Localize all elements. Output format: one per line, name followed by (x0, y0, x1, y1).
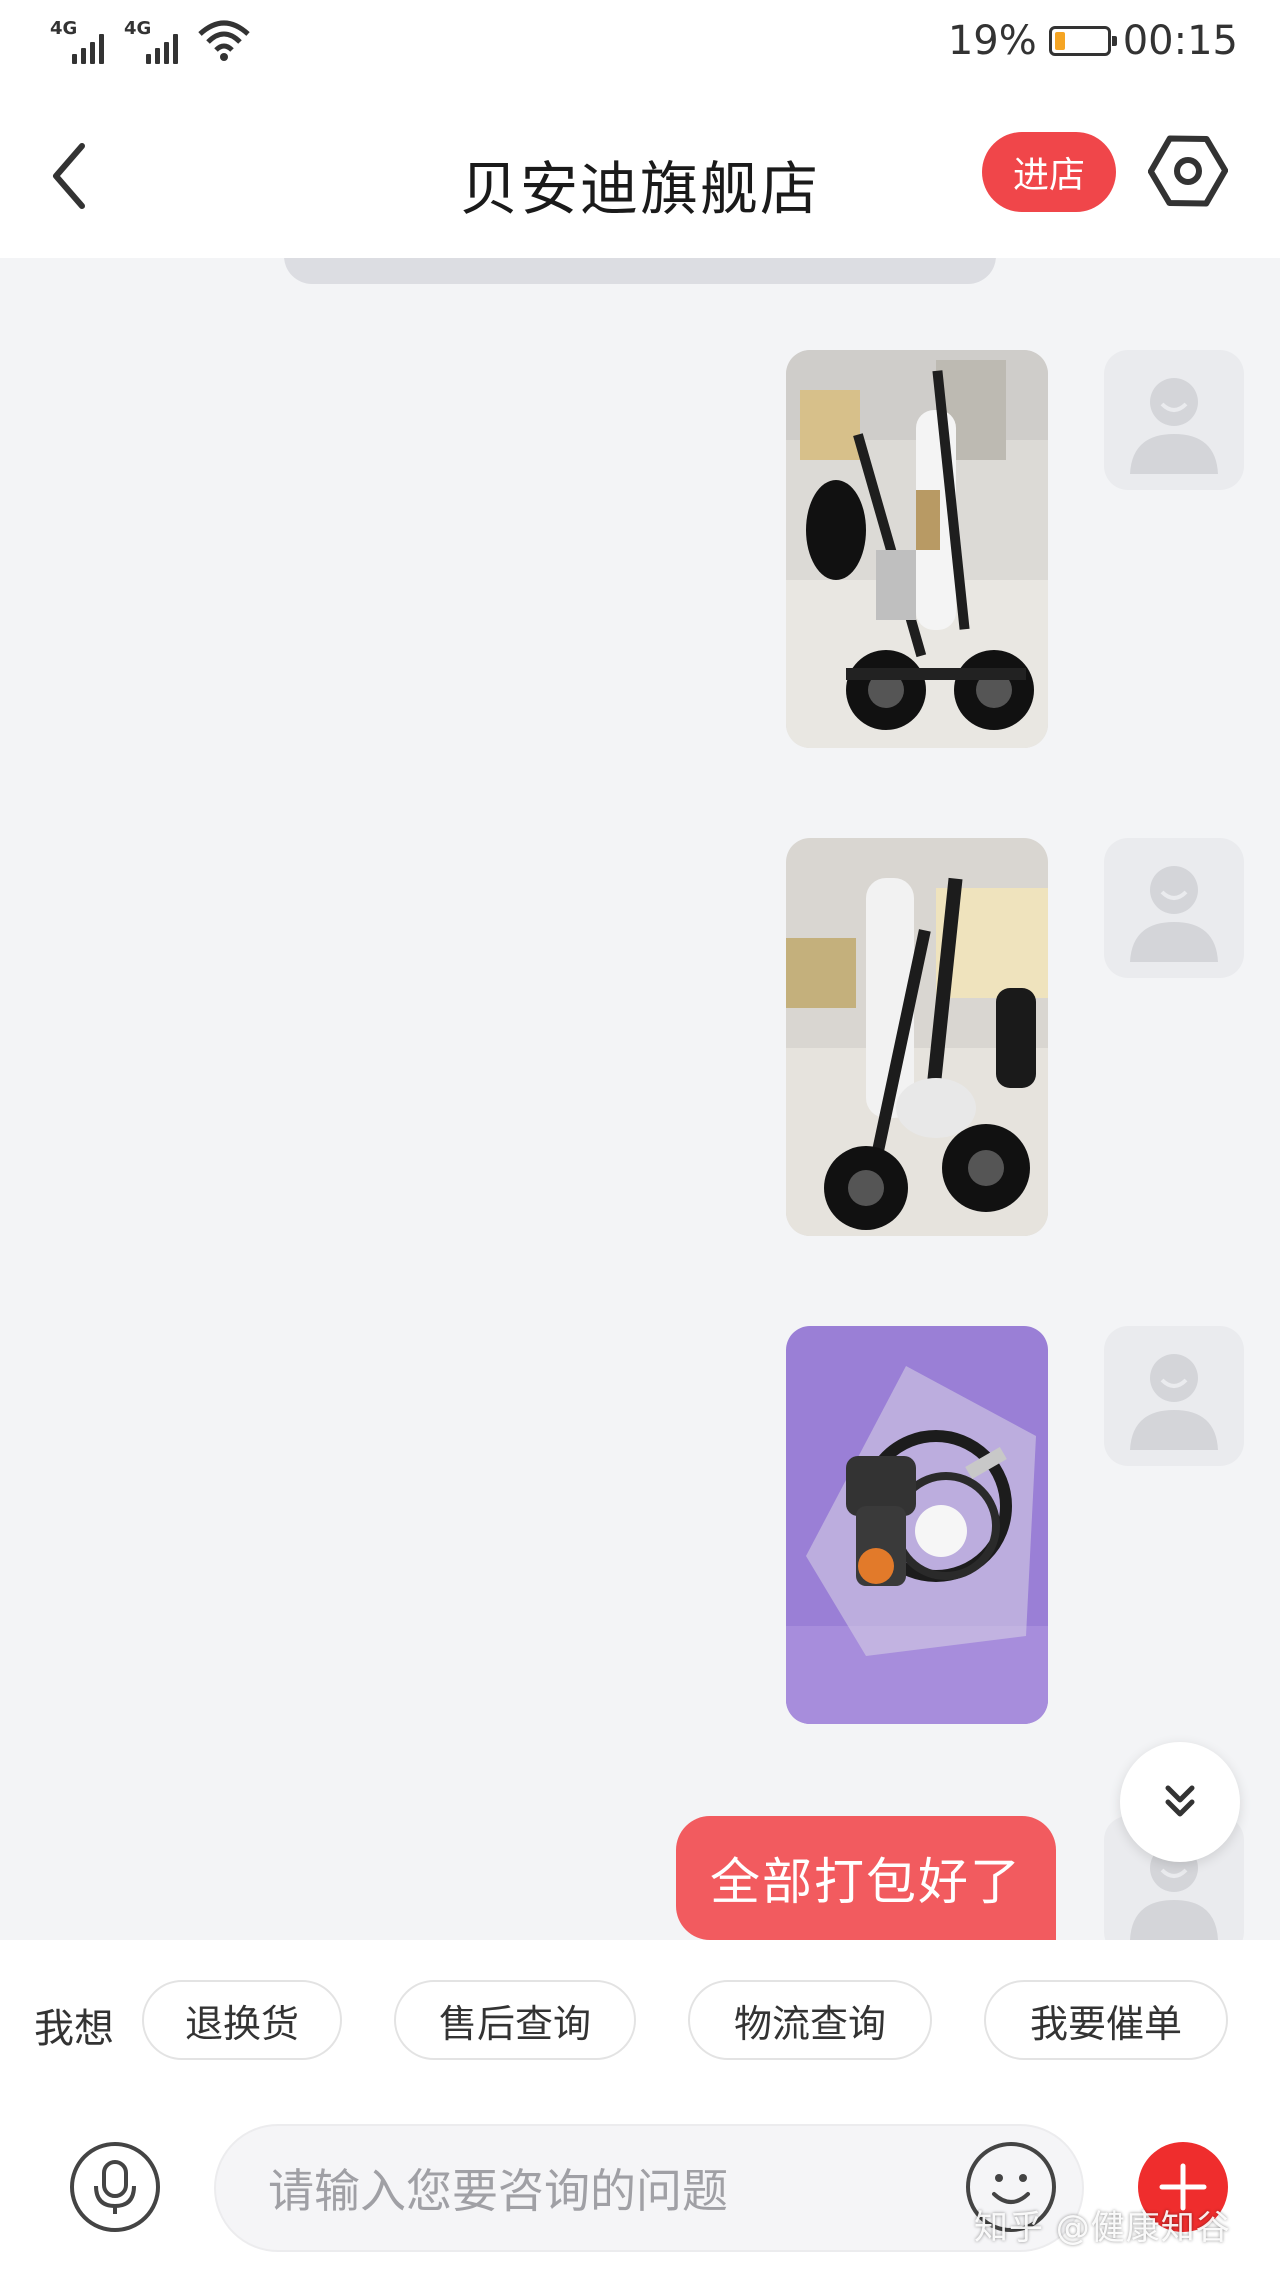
chip-urge-order[interactable]: 我要催单 (984, 1980, 1228, 2060)
user-avatar-icon (1104, 838, 1244, 978)
microphone-icon (94, 2160, 136, 2214)
chip-return-exchange[interactable]: 退换货 (142, 1980, 342, 2060)
user-avatar-icon (1104, 350, 1244, 490)
wifi-icon (198, 20, 250, 61)
chip-after-sales-query[interactable]: 售后查询 (394, 1980, 636, 2060)
scroll-to-bottom-button[interactable] (1120, 1742, 1240, 1862)
image-message[interactable] (786, 350, 1048, 748)
quick-actions-label: 我想 (34, 2006, 114, 2052)
quick-actions-bar: 我想 退换货 售后查询 物流查询 我要催单 (0, 1940, 1280, 2100)
key-and-charger-in-bag-photo-icon (786, 1326, 1048, 1724)
status-bar: 4G 4G 19% 00:15 (0, 0, 1280, 86)
folded-scooter-photo-icon (786, 838, 1048, 1236)
double-chevron-down-icon (1165, 1785, 1195, 1817)
chip-logistics-query[interactable]: 物流查询 (688, 1980, 932, 2060)
voice-input-button[interactable] (70, 2142, 160, 2232)
settings-hexagon-icon[interactable] (1148, 128, 1228, 214)
clock: 00:15 (1122, 18, 1238, 64)
user-avatar-icon (1104, 1326, 1244, 1466)
message-input-placeholder: 请输入您要咨询的问题 (268, 2164, 728, 2218)
cellular-signal-icon: 4G (50, 18, 104, 64)
network-type-label: 4G (50, 18, 78, 39)
input-bar: 请输入您要咨询的问题 (0, 2100, 1280, 2276)
network-type-label: 4G (124, 18, 152, 39)
system-notice-pill (284, 258, 996, 284)
battery-icon (1048, 26, 1117, 56)
battery-percent: 19% (947, 18, 1037, 64)
image-message[interactable] (786, 838, 1048, 1236)
image-message[interactable] (786, 1326, 1048, 1724)
text-message[interactable]: 全部打包好了 (676, 1816, 1056, 1940)
watermark: 知乎 @健康知谷 (974, 2208, 1231, 2248)
enter-store-button[interactable]: 进店 (982, 132, 1116, 212)
cellular-signal-icon: 4G (124, 18, 178, 64)
chat-message-list[interactable]: 全部打包好了 (0, 258, 1280, 1940)
chat-header: 贝安迪旗舰店 进店 (0, 86, 1280, 258)
message-input[interactable]: 请输入您要咨询的问题 (214, 2124, 1084, 2252)
folded-scooter-photo-icon (786, 350, 1048, 748)
